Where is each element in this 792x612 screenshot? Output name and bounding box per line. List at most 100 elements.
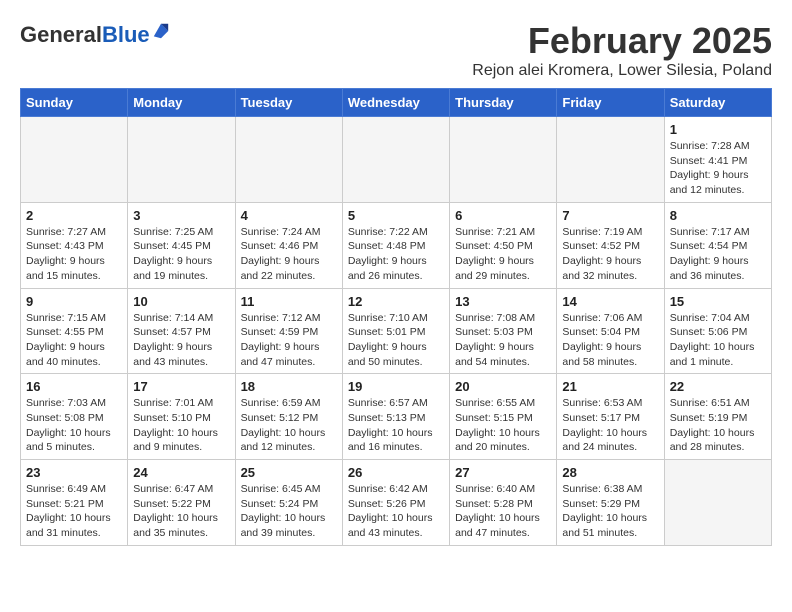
calendar-cell: 6Sunrise: 7:21 AM Sunset: 4:50 PM Daylig… <box>450 202 557 288</box>
calendar-cell: 17 Sunrise: 7:01 AM Sunset: 5:10 PM Dayli… <box>128 374 235 460</box>
calendar-cell: 26 Sunrise: 6:42 AM Sunset: 5:26 PM Dayli… <box>342 460 449 546</box>
day-number: 22 <box>670 379 766 394</box>
day-number: 3 <box>133 208 229 223</box>
day-info: Sunrise: 7:27 AM Sunset: 4:43 PM Dayligh… <box>26 225 122 284</box>
calendar-cell: 1 Sunrise: 7:28 AM Sunset: 4:41 PM Daylig… <box>664 117 771 203</box>
calendar-cell: 13 Sunrise: 7:08 AM Sunset: 5:03 PM Dayli… <box>450 288 557 374</box>
calendar-cell: 27Sunrise: 6:40 AM Sunset: 5:28 PM Dayli… <box>450 460 557 546</box>
calendar-cell: 18Sunrise: 6:59 AM Sunset: 5:12 PM Dayli… <box>235 374 342 460</box>
day-info: Sunrise: 6:55 AM Sunset: 5:15 PM Dayligh… <box>455 396 551 455</box>
calendar-cell: 25 Sunrise: 6:45 AM Sunset: 5:24 PM Dayli… <box>235 460 342 546</box>
calendar-cell: 2 Sunrise: 7:27 AM Sunset: 4:43 PM Daylig… <box>21 202 128 288</box>
day-number: 15 <box>670 294 766 309</box>
day-info: Sunrise: 7:12 AM Sunset: 4:59 PM Dayligh… <box>241 311 337 370</box>
col-header-friday: Friday <box>557 89 664 117</box>
week-row-2: 9 Sunrise: 7:15 AM Sunset: 4:55 PM Daylig… <box>21 288 772 374</box>
col-header-wednesday: Wednesday <box>342 89 449 117</box>
day-number: 13 <box>455 294 551 309</box>
day-info: Sunrise: 7:19 AM Sunset: 4:52 PM Dayligh… <box>562 225 658 284</box>
day-info: Sunrise: 6:47 AM Sunset: 5:22 PM Dayligh… <box>133 482 229 541</box>
calendar-cell: 9 Sunrise: 7:15 AM Sunset: 4:55 PM Daylig… <box>21 288 128 374</box>
subtitle: Rejon alei Kromera, Lower Silesia, Polan… <box>472 62 772 80</box>
logo-general: GeneralBlue <box>20 24 150 46</box>
header: GeneralBlue February 2025 Rejon alei Kro… <box>20 20 772 80</box>
day-info: Sunrise: 7:25 AM Sunset: 4:45 PM Dayligh… <box>133 225 229 284</box>
day-info: Sunrise: 7:14 AM Sunset: 4:57 PM Dayligh… <box>133 311 229 370</box>
day-number: 2 <box>26 208 122 223</box>
calendar-cell: 8Sunrise: 7:17 AM Sunset: 4:54 PM Daylig… <box>664 202 771 288</box>
day-number: 26 <box>348 465 444 480</box>
calendar-cell <box>664 460 771 546</box>
day-number: 23 <box>26 465 122 480</box>
day-info: Sunrise: 7:06 AM Sunset: 5:04 PM Dayligh… <box>562 311 658 370</box>
day-info: Sunrise: 7:10 AM Sunset: 5:01 PM Dayligh… <box>348 311 444 370</box>
calendar-cell: 12 Sunrise: 7:10 AM Sunset: 5:01 PM Dayli… <box>342 288 449 374</box>
calendar-cell: 3 Sunrise: 7:25 AM Sunset: 4:45 PM Daylig… <box>128 202 235 288</box>
day-number: 9 <box>26 294 122 309</box>
day-info: Sunrise: 6:38 AM Sunset: 5:29 PM Dayligh… <box>562 482 658 541</box>
calendar-cell: 24 Sunrise: 6:47 AM Sunset: 5:22 PM Dayli… <box>128 460 235 546</box>
calendar-cell <box>342 117 449 203</box>
week-row-3: 16Sunrise: 7:03 AM Sunset: 5:08 PM Dayli… <box>21 374 772 460</box>
day-number: 19 <box>348 379 444 394</box>
day-info: Sunrise: 6:49 AM Sunset: 5:21 PM Dayligh… <box>26 482 122 541</box>
day-number: 24 <box>133 465 229 480</box>
day-info: Sunrise: 6:45 AM Sunset: 5:24 PM Dayligh… <box>241 482 337 541</box>
calendar-cell: 16Sunrise: 7:03 AM Sunset: 5:08 PM Dayli… <box>21 374 128 460</box>
day-info: Sunrise: 6:42 AM Sunset: 5:26 PM Dayligh… <box>348 482 444 541</box>
col-header-monday: Monday <box>128 89 235 117</box>
page: GeneralBlue February 2025 Rejon alei Kro… <box>0 0 792 556</box>
day-info: Sunrise: 7:03 AM Sunset: 5:08 PM Dayligh… <box>26 396 122 455</box>
calendar-cell: 7 Sunrise: 7:19 AM Sunset: 4:52 PM Daylig… <box>557 202 664 288</box>
title-block: February 2025 Rejon alei Kromera, Lower … <box>472 20 772 80</box>
day-number: 11 <box>241 294 337 309</box>
day-number: 10 <box>133 294 229 309</box>
col-header-tuesday: Tuesday <box>235 89 342 117</box>
day-number: 27 <box>455 465 551 480</box>
calendar-cell: 19 Sunrise: 6:57 AM Sunset: 5:13 PM Dayli… <box>342 374 449 460</box>
day-number: 17 <box>133 379 229 394</box>
calendar-table: SundayMondayTuesdayWednesdayThursdayFrid… <box>20 88 772 546</box>
day-number: 1 <box>670 122 766 137</box>
calendar-cell <box>557 117 664 203</box>
calendar-cell: 14 Sunrise: 7:06 AM Sunset: 5:04 PM Dayli… <box>557 288 664 374</box>
day-info: Sunrise: 7:22 AM Sunset: 4:48 PM Dayligh… <box>348 225 444 284</box>
day-number: 28 <box>562 465 658 480</box>
day-info: Sunrise: 6:51 AM Sunset: 5:19 PM Dayligh… <box>670 396 766 455</box>
calendar-cell: 21Sunrise: 6:53 AM Sunset: 5:17 PM Dayli… <box>557 374 664 460</box>
calendar-header-row: SundayMondayTuesdayWednesdayThursdayFrid… <box>21 89 772 117</box>
day-info: Sunrise: 6:53 AM Sunset: 5:17 PM Dayligh… <box>562 396 658 455</box>
calendar-cell: 4 Sunrise: 7:24 AM Sunset: 4:46 PM Daylig… <box>235 202 342 288</box>
calendar-cell: 11 Sunrise: 7:12 AM Sunset: 4:59 PM Dayli… <box>235 288 342 374</box>
week-row-4: 23 Sunrise: 6:49 AM Sunset: 5:21 PM Dayli… <box>21 460 772 546</box>
day-info: Sunrise: 7:21 AM Sunset: 4:50 PM Dayligh… <box>455 225 551 284</box>
calendar-cell <box>450 117 557 203</box>
day-number: 5 <box>348 208 444 223</box>
day-info: Sunrise: 7:15 AM Sunset: 4:55 PM Dayligh… <box>26 311 122 370</box>
week-row-0: 1 Sunrise: 7:28 AM Sunset: 4:41 PM Daylig… <box>21 117 772 203</box>
calendar-cell: 10 Sunrise: 7:14 AM Sunset: 4:57 PM Dayli… <box>128 288 235 374</box>
day-number: 7 <box>562 208 658 223</box>
day-info: Sunrise: 6:57 AM Sunset: 5:13 PM Dayligh… <box>348 396 444 455</box>
day-info: Sunrise: 7:24 AM Sunset: 4:46 PM Dayligh… <box>241 225 337 284</box>
day-info: Sunrise: 7:28 AM Sunset: 4:41 PM Dayligh… <box>670 139 766 198</box>
calendar-cell <box>128 117 235 203</box>
logo-icon <box>152 22 170 40</box>
col-header-thursday: Thursday <box>450 89 557 117</box>
day-info: Sunrise: 7:01 AM Sunset: 5:10 PM Dayligh… <box>133 396 229 455</box>
day-number: 25 <box>241 465 337 480</box>
day-number: 14 <box>562 294 658 309</box>
col-header-saturday: Saturday <box>664 89 771 117</box>
day-info: Sunrise: 7:04 AM Sunset: 5:06 PM Dayligh… <box>670 311 766 370</box>
calendar-cell: 23 Sunrise: 6:49 AM Sunset: 5:21 PM Dayli… <box>21 460 128 546</box>
day-number: 18 <box>241 379 337 394</box>
day-number: 4 <box>241 208 337 223</box>
day-info: Sunrise: 7:17 AM Sunset: 4:54 PM Dayligh… <box>670 225 766 284</box>
calendar-cell: 28 Sunrise: 6:38 AM Sunset: 5:29 PM Dayli… <box>557 460 664 546</box>
day-number: 12 <box>348 294 444 309</box>
calendar-cell: 15 Sunrise: 7:04 AM Sunset: 5:06 PM Dayli… <box>664 288 771 374</box>
week-row-1: 2 Sunrise: 7:27 AM Sunset: 4:43 PM Daylig… <box>21 202 772 288</box>
calendar-cell <box>21 117 128 203</box>
day-info: Sunrise: 7:08 AM Sunset: 5:03 PM Dayligh… <box>455 311 551 370</box>
main-title: February 2025 <box>472 20 772 62</box>
